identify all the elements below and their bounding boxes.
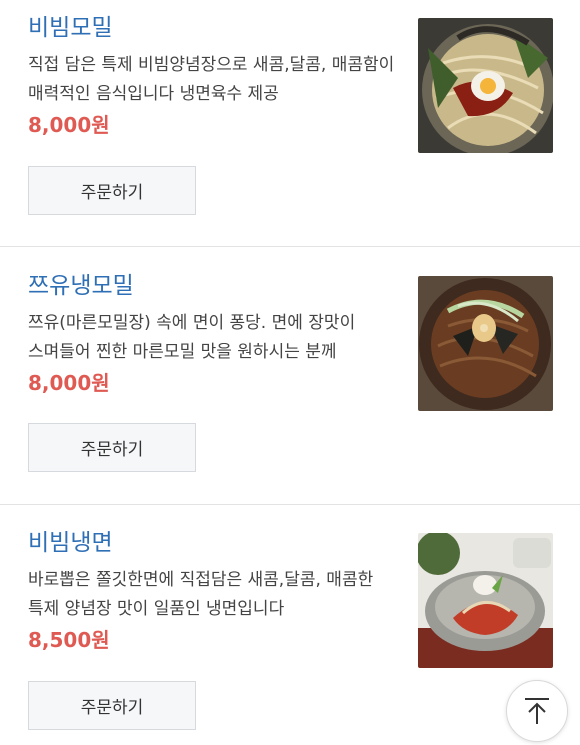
order-button[interactable]: 주문하기 (28, 423, 196, 472)
bibim-naengmyeon-photo (418, 533, 553, 668)
arrow-up-to-top-icon (525, 698, 549, 724)
menu-item-bibim-naengmyeon[interactable]: 비빔냉면 바로뽑은 쫄깃한면에 직접담은 새콤,달콤, 매콤한 특제 양념장 맛… (0, 527, 580, 745)
menu-item-description: 바로뽑은 쫄깃한면에 직접담은 새콤,달콤, 매콤한 특제 양념장 맛이 일품인… (28, 570, 374, 619)
scroll-to-top-button[interactable] (506, 680, 568, 742)
menu-item-image[interactable] (418, 533, 553, 668)
menu-item-price: 8,500원 (28, 628, 110, 652)
order-button[interactable]: 주문하기 (28, 681, 196, 730)
menu-item-name[interactable]: 쯔유냉모밀 (28, 270, 398, 302)
menu-item-image[interactable] (418, 18, 553, 153)
divider (0, 504, 580, 505)
menu-item-bibim-momil[interactable]: 비빔모밀 직접 담은 특제 비빔양념장으로 새콤,달콤, 매콤함이 매력적인 음… (0, 12, 580, 246)
menu-item-info: 비빔모밀 직접 담은 특제 비빔양념장으로 새콤,달콤, 매콤함이 매력적인 음… (28, 12, 398, 140)
menu-item-name[interactable]: 비빔모밀 (28, 12, 398, 44)
menu-item-tsuyu-naengmomil[interactable]: 쯔유냉모밀 쯔유(마른모밀장) 속에 면이 퐁당. 면에 장맛이 스며들어 찐한… (0, 270, 580, 504)
order-button[interactable]: 주문하기 (28, 166, 196, 215)
menu-item-name[interactable]: 비빔냉면 (28, 527, 398, 559)
menu-item-price: 8,000원 (28, 113, 110, 137)
menu-item-info: 쯔유냉모밀 쯔유(마른모밀장) 속에 면이 퐁당. 면에 장맛이 스며들어 찐한… (28, 270, 398, 398)
divider (0, 246, 580, 247)
menu-item-description: 직접 담은 특제 비빔양념장으로 새콤,달콤, 매콤함이 매력적인 음식입니다 … (28, 55, 395, 104)
bibim-momil-photo (418, 18, 553, 153)
menu-item-image[interactable] (418, 276, 553, 411)
menu-item-info: 비빔냉면 바로뽑은 쫄깃한면에 직접담은 새콤,달콤, 매콤한 특제 양념장 맛… (28, 527, 398, 655)
menu-item-price: 8,000원 (28, 371, 110, 395)
menu-item-description: 쯔유(마른모밀장) 속에 면이 퐁당. 면에 장맛이 스며들어 찐한 마른모밀 … (28, 313, 356, 362)
tsuyu-naengmomil-photo (418, 276, 553, 411)
